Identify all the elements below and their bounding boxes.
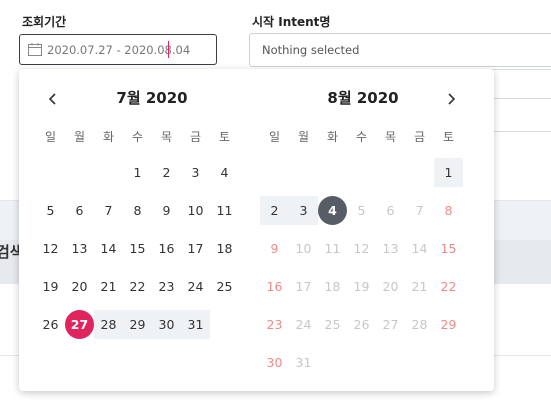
weekday-label: 화 (326, 130, 339, 144)
august-day-25: 25 (324, 317, 341, 332)
left-month-title: 7월 2020 (116, 89, 188, 107)
july-day-26[interactable]: 26 (36, 310, 65, 339)
august-day-29: 29 (440, 317, 457, 332)
august-day-20: 20 (382, 279, 399, 294)
weekday-label: 수 (355, 130, 368, 144)
chevron-left-icon (48, 93, 56, 105)
august-day-8: 8 (444, 203, 453, 218)
weekday-label: 금 (413, 130, 426, 144)
prev-month-button[interactable] (43, 89, 63, 109)
right-month-title: 8월 2020 (327, 89, 399, 107)
july-day-3[interactable]: 3 (181, 158, 210, 187)
intent-label: 시작 Intent명 (252, 15, 331, 29)
august-day-1[interactable]: 1 (434, 158, 463, 187)
july-day-9[interactable]: 9 (152, 196, 181, 225)
july-day-10[interactable]: 10 (181, 196, 210, 225)
august-day-6: 6 (386, 203, 395, 218)
date-range-value[interactable]: 2020.07.27 - 2020.08.04 (47, 40, 190, 58)
weekday-label: 토 (442, 130, 455, 144)
weekday-label: 목 (384, 130, 397, 144)
august-day-31: 31 (295, 355, 312, 370)
july-day-20[interactable]: 20 (65, 272, 94, 301)
july-day-6[interactable]: 6 (65, 196, 94, 225)
august-day-14: 14 (411, 241, 428, 256)
august-day-22: 22 (440, 279, 457, 294)
intent-select[interactable]: Nothing selected (249, 33, 551, 67)
july-day-14[interactable]: 14 (94, 234, 123, 263)
date-range-input[interactable]: 2020.07.27 - 2020.08.04 (19, 34, 217, 65)
august-day-9: 9 (270, 241, 279, 256)
august-day-10: 10 (295, 241, 312, 256)
august-day-18: 18 (324, 279, 341, 294)
july-day-1[interactable]: 1 (123, 158, 152, 187)
weekday-label: 금 (189, 130, 202, 144)
july-day-15[interactable]: 15 (123, 234, 152, 263)
august-day-23: 23 (266, 317, 283, 332)
august-day-28: 28 (411, 317, 428, 332)
august-day-16: 16 (266, 279, 283, 294)
july-day-17[interactable]: 17 (181, 234, 210, 263)
july-day-7[interactable]: 7 (94, 196, 123, 225)
august-day-19: 19 (353, 279, 370, 294)
july-day-28[interactable]: 28 (94, 310, 123, 339)
july-day-25[interactable]: 25 (210, 272, 239, 301)
july-day-5[interactable]: 5 (36, 196, 65, 225)
weekday-label: 월 (297, 130, 310, 144)
august-day-12: 12 (353, 241, 370, 256)
calendar-icon (28, 43, 42, 56)
july-day-8[interactable]: 8 (123, 196, 152, 225)
july-day-2[interactable]: 2 (152, 158, 181, 187)
july-day-21[interactable]: 21 (94, 272, 123, 301)
august-day-30: 30 (266, 355, 283, 370)
august-day-21: 21 (411, 279, 428, 294)
july-day-31[interactable]: 31 (181, 310, 210, 339)
chevron-right-icon (448, 93, 456, 105)
weekday-label: 일 (268, 130, 281, 144)
text-caret (168, 40, 169, 58)
august-day-7: 7 (415, 203, 424, 218)
july-day-29[interactable]: 29 (123, 310, 152, 339)
august-day-5: 5 (357, 203, 366, 218)
july-day-30[interactable]: 30 (152, 310, 181, 339)
july-day-23[interactable]: 23 (152, 272, 181, 301)
weekday-label: 화 (102, 130, 115, 144)
july-day-19[interactable]: 19 (36, 272, 65, 301)
weekday-label: 토 (218, 130, 231, 144)
july-day-11[interactable]: 11 (210, 196, 239, 225)
august-day-27: 27 (382, 317, 399, 332)
july-day-22[interactable]: 22 (123, 272, 152, 301)
august-day-11: 11 (324, 241, 341, 256)
august-day-17: 17 (295, 279, 312, 294)
july-day-27[interactable]: 27 (65, 310, 94, 339)
next-month-button[interactable] (441, 89, 461, 109)
july-day-16[interactable]: 16 (152, 234, 181, 263)
weekday-label: 월 (73, 130, 86, 144)
weekday-label: 일 (44, 130, 57, 144)
date-range-picker: 7월 2020 8월 2020 일 월 화 수 목 금 토 1 2 3 4 5 6 7 8 9 10 11 12 13… (19, 69, 494, 391)
weekday-label: 목 (160, 130, 173, 144)
august-day-24: 24 (295, 317, 312, 332)
august-day-13: 13 (382, 241, 399, 256)
july-day-18[interactable]: 18 (210, 234, 239, 263)
july-day-12[interactable]: 12 (36, 234, 65, 263)
august-day-2[interactable]: 2 (260, 196, 289, 225)
july-day-13[interactable]: 13 (65, 234, 94, 263)
august-day-15: 15 (440, 241, 457, 256)
july-day-24[interactable]: 24 (181, 272, 210, 301)
august-day-4[interactable]: 4 (318, 196, 347, 225)
period-label: 조회기간 (22, 15, 67, 29)
weekday-label: 수 (131, 130, 144, 144)
august-day-3[interactable]: 3 (289, 196, 318, 225)
august-day-26: 26 (353, 317, 370, 332)
july-day-4[interactable]: 4 (210, 158, 239, 187)
